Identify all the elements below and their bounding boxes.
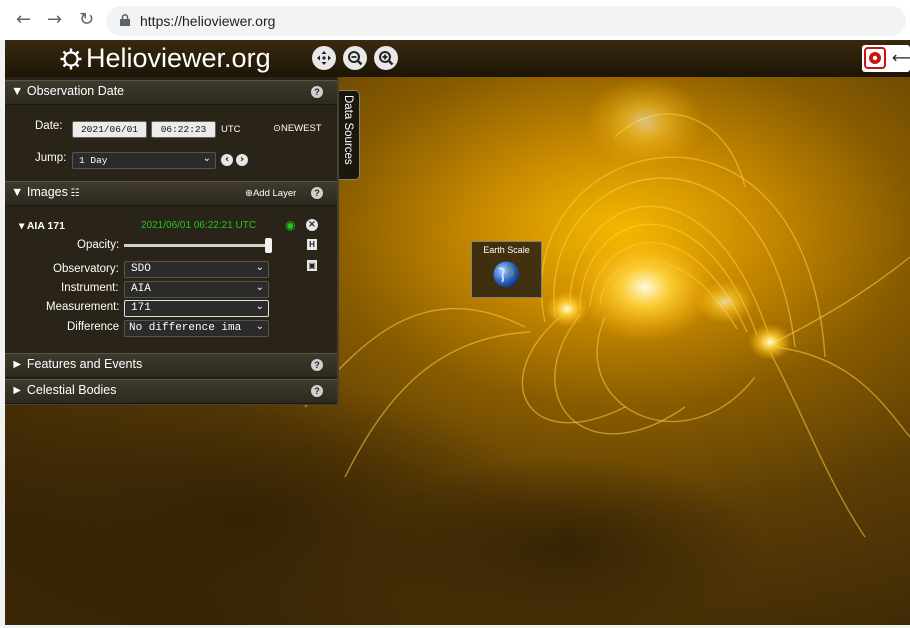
instrument-value: AIA [131, 283, 151, 295]
url-text: https://helioviewer.org [140, 13, 276, 29]
earth-scale-label: Earth Scale [483, 245, 530, 255]
observation-date-header[interactable]: ▼ Observation Date ? [5, 80, 337, 105]
zoom-in-button[interactable] [374, 46, 398, 70]
visibility-eye-icon[interactable]: ◉ [285, 218, 295, 232]
help-icon[interactable]: ? [311, 187, 323, 199]
browser-toolbar: ← → ↻ https://helioviewer.org [0, 0, 910, 40]
help-icon[interactable]: ? [311, 359, 323, 371]
instrument-label: Instrument: [61, 282, 119, 294]
newest-button[interactable]: ⊙NEWEST [273, 123, 322, 134]
move-icon [317, 51, 331, 65]
features-title: Features and Events [26, 357, 143, 371]
observatory-select[interactable]: SDO ⌄ [124, 261, 269, 278]
right-toolbar: ⟷ [862, 45, 910, 72]
layer-timestamp: 2021/06/01 06:22:21 UTC [141, 220, 257, 231]
sun-gear-icon [60, 48, 82, 70]
add-layer-button[interactable]: ⊕Add Layer [245, 188, 296, 199]
chevron-down-icon: ⌄ [253, 321, 264, 332]
jump-forward-icon[interactable]: › [236, 154, 248, 166]
measurement-value: 171 [131, 302, 151, 314]
plus-circle-icon: ⊕ [245, 188, 253, 199]
slider-handle[interactable] [265, 238, 272, 253]
images-title: Images [26, 185, 68, 199]
share-icon [869, 52, 881, 64]
earth-scale-widget[interactable]: Earth Scale [471, 241, 542, 298]
observatory-label: Observatory: [53, 263, 119, 275]
center-view-button[interactable] [312, 46, 336, 70]
layer-name-text: AIA 171 [26, 220, 65, 232]
images-header[interactable]: ▼ Images ☷ ⊕Add Layer ? [5, 181, 337, 206]
help-icon[interactable]: ? [311, 385, 323, 397]
newest-label: NEWEST [280, 123, 322, 134]
date-input[interactable]: 2021/06/01 [72, 121, 147, 138]
observatory-value: SDO [131, 263, 151, 275]
difference-select[interactable]: No difference ima ⌄ [124, 320, 269, 337]
help-icon[interactable]: ? [311, 86, 323, 98]
expand-triangle-icon: ► [11, 357, 27, 371]
chevron-down-icon: ⌄ [255, 282, 264, 293]
forward-arrow-icon[interactable]: → [47, 10, 62, 30]
instrument-select[interactable]: AIA ⌄ [124, 281, 269, 298]
jump-label: Jump: [35, 152, 67, 164]
date-label: Date: [35, 120, 63, 132]
chevron-down-icon: ⌄ [255, 301, 264, 312]
jump-select[interactable]: 1 Day ⌄ [72, 152, 216, 169]
time-input[interactable]: 06:22:23 [151, 121, 216, 138]
earth-globe-icon [493, 261, 520, 288]
remove-layer-icon[interactable]: × [306, 219, 318, 231]
chevron-down-icon: ⌄ [202, 153, 211, 164]
timezone-label: UTC [221, 124, 241, 135]
jump-back-icon[interactable]: ‹ [221, 154, 233, 166]
expand-triangle-icon: ► [11, 383, 27, 397]
image-download-icon[interactable]: ▣ [307, 260, 317, 271]
zoom-out-button[interactable] [343, 46, 367, 70]
opacity-label: Opacity: [77, 239, 120, 251]
helioviewer-app: Helioviewer.org ⟷ ▼ Observation Date ? D… [5, 40, 910, 625]
data-sources-tab[interactable]: Data Sources [339, 90, 360, 180]
measurement-label: Measurement: [46, 301, 120, 313]
collapse-triangle-icon: ▼ [11, 84, 27, 98]
header-info-icon[interactable]: H [307, 239, 317, 250]
observation-date-title: Observation Date [26, 84, 125, 98]
data-sources-label: Data Sources [342, 95, 354, 165]
clock-icon: ⊙ [273, 123, 281, 134]
collapse-triangle-icon: ▾ [19, 220, 27, 232]
celestial-title: Celestial Bodies [26, 383, 117, 397]
zoom-out-icon [348, 51, 363, 66]
reload-icon[interactable]: ↻ [79, 10, 94, 30]
difference-value: No difference ima [129, 322, 242, 334]
zoom-in-icon [379, 51, 394, 66]
jump-value: 1 Day [79, 155, 108, 166]
layer-name[interactable]: ▾ AIA 171 [19, 220, 65, 232]
difference-label: Difference [67, 321, 120, 333]
collapse-triangle-icon: ▼ [11, 185, 27, 199]
share-button[interactable] [864, 47, 886, 69]
expand-icon[interactable]: ⟷ [892, 48, 910, 67]
accordion-panel: ▼ Observation Date ? Date: 2021/06/01 06… [5, 77, 339, 405]
list-icon: ☷ [67, 188, 80, 199]
celestial-bodies-header[interactable]: ► Celestial Bodies ? [5, 379, 337, 404]
measurement-select[interactable]: 171 ⌄ [124, 300, 269, 317]
app-header: Helioviewer.org ⟷ [5, 40, 910, 77]
add-layer-label: Add Layer [252, 188, 297, 199]
address-bar[interactable]: https://helioviewer.org [106, 6, 906, 36]
lock-icon [120, 14, 130, 26]
chevron-down-icon: ⌄ [255, 262, 264, 273]
opacity-slider[interactable] [124, 238, 272, 253]
features-events-header[interactable]: ► Features and Events ? [5, 353, 337, 378]
logo-text: Helioviewer.org [86, 43, 271, 73]
back-arrow-icon[interactable]: ← [16, 10, 31, 30]
